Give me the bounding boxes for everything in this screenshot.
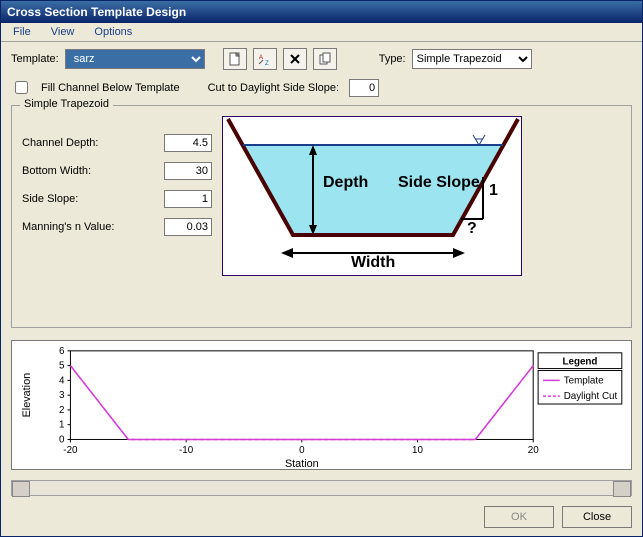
fill-channel-label: Fill Channel Below Template xyxy=(41,82,180,94)
mannings-n-input[interactable] xyxy=(164,218,212,236)
delete-template-button[interactable] xyxy=(283,48,307,70)
close-button[interactable]: Close xyxy=(562,506,632,528)
window-title: Cross Section Template Design xyxy=(7,5,186,19)
svg-text:10: 10 xyxy=(412,446,423,457)
param-bottom-width: Bottom Width: xyxy=(22,162,212,180)
bottom-width-label: Bottom Width: xyxy=(22,165,91,177)
elevation-chart: 0 1 2 3 4 5 6 -20 -10 0 10 20 Station Elevation Legend… xyxy=(12,341,631,469)
param-side-slope: Side Slope: xyxy=(22,190,212,208)
svg-text:20: 20 xyxy=(528,446,539,457)
rename-az-icon: AZ xyxy=(258,52,272,66)
titlebar: Cross Section Template Design xyxy=(1,1,642,23)
svg-text:4: 4 xyxy=(59,376,65,387)
window: Cross Section Template Design File View … xyxy=(0,0,643,537)
svg-text:6: 6 xyxy=(59,346,65,357)
menubar: File View Options xyxy=(1,23,642,43)
diagram-sideslope-label: Side Slope xyxy=(398,174,480,191)
copy-template-button[interactable] xyxy=(313,48,337,70)
chart-panel: 0 1 2 3 4 5 6 -20 -10 0 10 20 Station Elevation Legend… xyxy=(11,340,632,470)
menu-options[interactable]: Options xyxy=(86,24,140,40)
menu-file[interactable]: File xyxy=(5,24,39,40)
side-slope-label: Side Slope: xyxy=(22,193,78,205)
svg-text:-20: -20 xyxy=(63,446,78,457)
svg-text:Station: Station xyxy=(285,458,319,469)
type-select[interactable]: Simple Trapezoid xyxy=(412,49,532,69)
param-mannings-n: Manning's n Value: xyxy=(22,218,212,236)
button-bar: OK Close xyxy=(1,502,642,536)
bottom-width-input[interactable] xyxy=(164,162,212,180)
param-channel-depth: Channel Depth: xyxy=(22,134,212,152)
side-slope-input[interactable] xyxy=(164,190,212,208)
svg-text:Template: Template xyxy=(564,376,604,387)
template-label: Template: xyxy=(11,53,59,65)
menu-view[interactable]: View xyxy=(43,24,83,40)
channel-depth-input[interactable] xyxy=(164,134,212,152)
rename-template-button[interactable]: AZ xyxy=(253,48,277,70)
daylight-slope-input[interactable] xyxy=(349,79,379,97)
trapezoid-groupbox: Simple Trapezoid Channel Depth: Bottom W… xyxy=(11,105,632,328)
svg-text:2: 2 xyxy=(59,405,64,416)
group-title: Simple Trapezoid xyxy=(20,98,113,110)
mannings-n-label: Manning's n Value: xyxy=(22,221,114,233)
svg-text:0: 0 xyxy=(299,446,305,457)
diagram-one-label: 1 xyxy=(489,182,498,199)
daylight-slope-label: Cut to Daylight Side Slope: xyxy=(208,82,339,94)
svg-text:Elevation: Elevation xyxy=(21,373,33,418)
diagram-depth-label: Depth xyxy=(323,174,368,191)
template-select[interactable]: sarz xyxy=(65,49,205,69)
svg-text:Daylight Cut: Daylight Cut xyxy=(564,391,618,402)
svg-text:1: 1 xyxy=(59,420,64,431)
svg-text:5: 5 xyxy=(59,361,65,372)
copy-pages-icon xyxy=(318,52,332,66)
horizontal-scrollbar[interactable] xyxy=(11,480,632,496)
svg-text:3: 3 xyxy=(59,390,65,401)
type-label: Type: xyxy=(379,53,406,65)
fill-channel-checkbox[interactable] xyxy=(15,81,28,94)
svg-text:Z: Z xyxy=(265,61,269,66)
svg-text:-10: -10 xyxy=(179,446,194,457)
svg-text:0: 0 xyxy=(59,435,65,446)
diagram-width-label: Width xyxy=(351,254,395,271)
channel-depth-label: Channel Depth: xyxy=(22,137,98,149)
toolbar: Template: sarz AZ Type: Simple Trapezoid xyxy=(1,42,642,76)
diagram-q-label: ? xyxy=(467,220,477,237)
params-column: Channel Depth: Bottom Width: Side Slope:… xyxy=(22,134,212,236)
page-icon xyxy=(228,52,242,66)
ok-button[interactable]: OK xyxy=(484,506,554,528)
new-template-button[interactable] xyxy=(223,48,247,70)
delete-x-icon xyxy=(288,52,302,66)
svg-text:Legend: Legend xyxy=(562,357,597,368)
trapezoid-diagram: Depth Side Slope 1 ? Width xyxy=(222,116,522,276)
